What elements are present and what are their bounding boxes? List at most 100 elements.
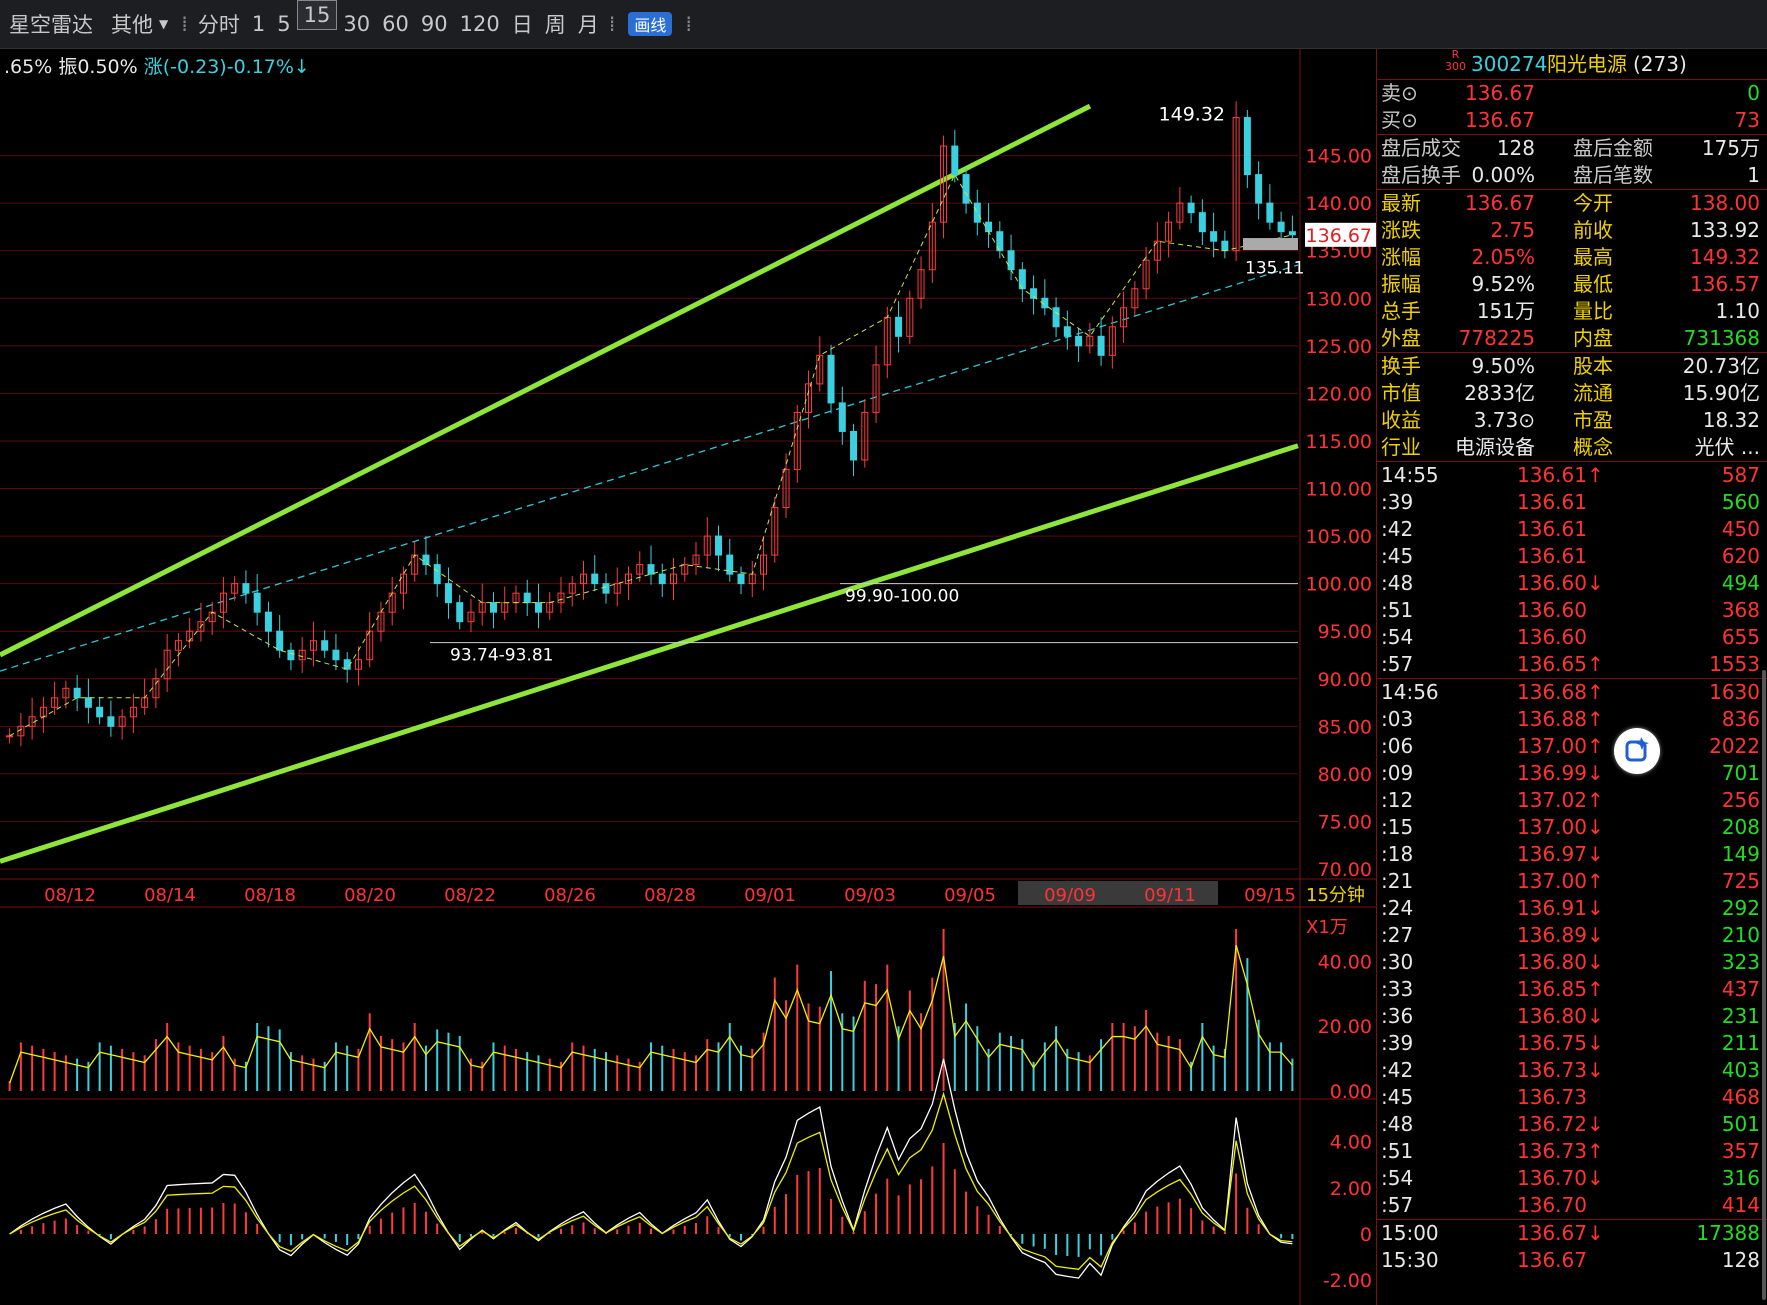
period-tab-9[interactable]: 周 <box>539 0 572 48</box>
tick-price: 136.65↑ <box>1517 652 1604 676</box>
candle-body <box>73 687 81 699</box>
tick-time: :48 <box>1381 571 1414 595</box>
tick-price: 136.72↓ <box>1517 1112 1604 1136</box>
stock-header[interactable]: R 300 300274 阳光电源 (273) <box>1377 49 1767 79</box>
tick-row: :54 136.60 655 <box>1377 624 1767 651</box>
tick-volume: 323 <box>1721 950 1760 974</box>
candle-body <box>715 535 723 556</box>
candle-body <box>1277 221 1285 233</box>
candle-body <box>1097 335 1105 356</box>
tick-price: 137.00↑ <box>1517 734 1604 758</box>
macd-axis-label: 0 <box>1360 1224 1372 1246</box>
period-tab-1[interactable]: 1 <box>246 0 271 48</box>
buy-row: 买⊙ 136.67 73 <box>1377 107 1767 134</box>
tick-volume: 210 <box>1721 923 1760 947</box>
tick-price: 136.99↓ <box>1517 761 1604 785</box>
stat-value-2: 731368 <box>1683 326 1760 350</box>
tick-volume: 231 <box>1721 1004 1760 1028</box>
stat-value: 9.52% <box>1471 272 1535 296</box>
tick-volume: 368 <box>1721 598 1760 622</box>
industry-value[interactable]: 电源设备 <box>1455 434 1535 461</box>
stat-value: 2.75 <box>1490 218 1535 242</box>
tick-volume: 560 <box>1721 490 1760 514</box>
date-label: 09/11 <box>1144 885 1196 906</box>
draw-line-button[interactable]: 画线 <box>619 0 681 48</box>
price-axis-label: 115.00 <box>1306 431 1372 453</box>
tick-price: 136.70 <box>1517 1193 1587 1217</box>
candle-body <box>838 402 846 432</box>
tick-row: :12 137.02↑ 256 <box>1377 787 1767 814</box>
stat-label: 总手 <box>1381 299 1421 323</box>
buy-volume: 73 <box>1734 108 1760 132</box>
app-menu[interactable]: 星空雷达 <box>0 0 102 48</box>
stock-code: 300274 <box>1471 52 1548 76</box>
candle-body <box>6 735 14 738</box>
quote-stats-section: 最新 136.67 今开 138.00 涨跌 2.75 前收 133.92 涨幅 2.05% 最高 1… <box>1377 189 1767 352</box>
low-label: 135.11 <box>1245 259 1304 279</box>
period-tab-3[interactable]: 15 <box>296 0 338 30</box>
tick-volume: 2022 <box>1709 734 1760 758</box>
date-label: 08/22 <box>444 885 496 906</box>
floating-share-button[interactable] <box>1614 728 1660 774</box>
sell-price: 136.67 <box>1465 81 1535 105</box>
tick-row: 14:55 136.61↑ 587 <box>1377 462 1767 489</box>
tick-time: 14:55 <box>1381 463 1439 487</box>
tick-list[interactable]: 14:55 136.61↑ 587:39 136.61 560:42 136.61 450:… <box>1377 461 1767 1274</box>
tick-price: 136.70↓ <box>1517 1166 1604 1190</box>
kline-chart[interactable]: 145.00140.00135.00130.00125.00120.00115.… <box>0 49 1376 1305</box>
tick-price: 137.02↑ <box>1517 788 1604 812</box>
fund-label-2: 股本 <box>1573 354 1613 378</box>
tick-price: 136.67↓ <box>1517 1221 1604 1245</box>
period-tab-6[interactable]: 90 <box>415 0 454 48</box>
period-tab-2[interactable]: 5 <box>271 0 296 48</box>
period-tab-7[interactable]: 120 <box>454 0 506 48</box>
tick-time: :39 <box>1381 490 1414 514</box>
fund-label: 市值 <box>1381 381 1421 405</box>
tick-row: :42 136.73↓ 403 <box>1377 1057 1767 1084</box>
candle-body <box>287 649 295 661</box>
candle-body <box>84 697 92 708</box>
tick-price: 136.91↓ <box>1517 896 1604 920</box>
tick-price: 136.61 <box>1517 544 1587 568</box>
candle-body <box>96 706 104 718</box>
stat-row: 最新 136.67 今开 138.00 <box>1377 190 1767 217</box>
period-tab-4[interactable]: 30 <box>337 0 376 48</box>
period-tab-0[interactable]: 分时 <box>192 0 246 48</box>
period-tab-10[interactable]: 月 <box>572 0 605 48</box>
tick-time: :06 <box>1381 734 1414 758</box>
tick-row: :42 136.61 450 <box>1377 516 1767 543</box>
period-tab-5[interactable]: 60 <box>376 0 415 48</box>
tick-volume: 468 <box>1721 1085 1760 1109</box>
separator-icon: ⁞ <box>181 12 188 36</box>
other-dropdown[interactable]: 其他 ▼ <box>102 0 177 48</box>
tick-price: 136.61 <box>1517 517 1587 541</box>
after-value-2: 1 <box>1747 163 1760 187</box>
separator-icon: ⁞ <box>685 12 693 36</box>
period-tab-8[interactable]: 日 <box>506 0 539 48</box>
scrollbar[interactable] <box>1762 670 1766 1300</box>
period-tabs: 分时 1 5 15 30 60 90 120 日周月 <box>192 0 605 48</box>
concept-value[interactable]: 光伏 ... <box>1695 434 1760 461</box>
candle-body <box>737 573 745 585</box>
tick-row: :39 136.61 560 <box>1377 489 1767 516</box>
share-icon <box>1625 737 1649 762</box>
tick-volume: 128 <box>1721 1248 1760 1272</box>
toolbar: 星空雷达 其他 ▼ ⁞ 分时 1 5 15 30 60 90 120 日周月 ⁞ 画线 ⁞ <box>0 0 1767 49</box>
candle-body <box>973 202 981 223</box>
price-axis-label: 125.00 <box>1306 336 1372 358</box>
date-label: 08/20 <box>344 885 396 906</box>
candle-body <box>1243 117 1251 176</box>
tick-volume: 1553 <box>1709 652 1760 676</box>
tick-time: 14:56 <box>1381 680 1439 704</box>
tick-price: 136.80↓ <box>1517 1004 1604 1028</box>
candle-body <box>647 564 655 575</box>
candle-body <box>1187 202 1195 214</box>
info-change: 涨(-0.23)-0.17%↓ <box>143 56 310 78</box>
tick-volume: 437 <box>1721 977 1760 1001</box>
price-axis-label: 120.00 <box>1306 383 1372 405</box>
tick-price: 136.73↑ <box>1517 1139 1604 1163</box>
tick-volume: 501 <box>1721 1112 1760 1136</box>
tick-time: :15 <box>1381 815 1414 839</box>
tick-time: :18 <box>1381 842 1414 866</box>
date-label: 08/28 <box>644 885 696 906</box>
